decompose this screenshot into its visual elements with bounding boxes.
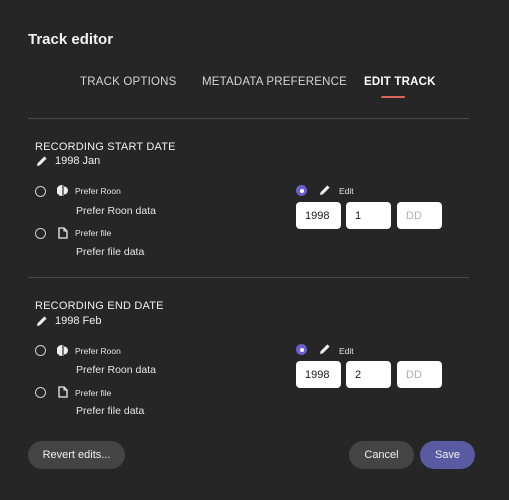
prefer-roon-data-start: Prefer Roon data [76, 205, 156, 217]
pencil-icon [37, 156, 47, 166]
dialog-title: Track editor [28, 31, 114, 48]
end-year-input[interactable] [296, 361, 341, 388]
edit-label-end: Edit [339, 346, 354, 356]
pencil-icon [320, 185, 330, 195]
tab-edit-track[interactable]: EDIT TRACK [364, 76, 436, 88]
prefer-file-data-end: Prefer file data [76, 405, 145, 417]
tab-metadata-preference[interactable]: METADATA PREFERENCE [202, 76, 347, 88]
roon-logo-icon [57, 345, 68, 356]
radio-edit-end[interactable] [296, 344, 307, 355]
prefer-file-data-start: Prefer file data [76, 246, 145, 258]
current-start-date-value: 1998 Jan [55, 155, 101, 167]
cancel-button[interactable]: Cancel [349, 441, 414, 469]
prefer-file-label-end: Prefer file [75, 388, 112, 398]
pencil-icon [320, 344, 330, 354]
radio-prefer-file-start[interactable] [35, 228, 46, 239]
start-month-input[interactable] [346, 202, 391, 229]
revert-edits-button[interactable]: Revert edits... [28, 441, 125, 469]
prefer-file-label-start: Prefer file [75, 228, 112, 238]
end-month-input[interactable] [346, 361, 391, 388]
current-end-date: 1998 Feb [36, 315, 101, 327]
tab-track-options[interactable]: TRACK OPTIONS [80, 76, 177, 88]
section-title-start-date: RECORDING START DATE [35, 141, 176, 153]
divider [28, 118, 469, 119]
start-year-input[interactable] [296, 202, 341, 229]
radio-prefer-roon-end[interactable] [35, 345, 46, 356]
edit-label-start: Edit [339, 186, 354, 196]
file-icon [58, 386, 68, 398]
prefer-roon-label-start: Prefer Roon [75, 186, 121, 196]
prefer-roon-label-end: Prefer Roon [75, 346, 121, 356]
start-day-input[interactable] [397, 202, 442, 229]
save-button[interactable]: Save [420, 441, 475, 469]
end-day-input[interactable] [397, 361, 442, 388]
file-icon [58, 227, 68, 239]
radio-prefer-file-end[interactable] [35, 387, 46, 398]
prefer-roon-data-end: Prefer Roon data [76, 364, 156, 376]
pencil-icon [37, 316, 47, 326]
radio-edit-start[interactable] [296, 185, 307, 196]
active-tab-indicator [381, 96, 405, 98]
current-start-date: 1998 Jan [36, 155, 100, 167]
radio-prefer-roon-start[interactable] [35, 186, 46, 197]
current-end-date-value: 1998 Feb [55, 315, 102, 327]
divider [28, 277, 469, 278]
roon-logo-icon [57, 185, 68, 196]
section-title-end-date: RECORDING END DATE [35, 300, 164, 312]
